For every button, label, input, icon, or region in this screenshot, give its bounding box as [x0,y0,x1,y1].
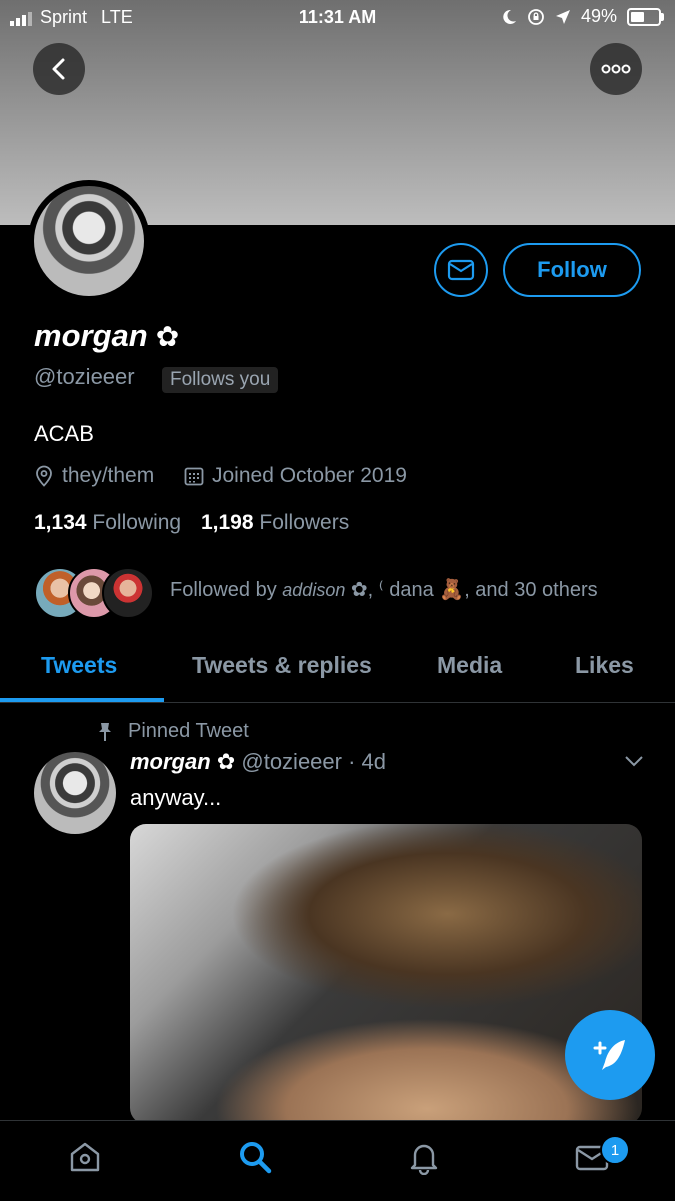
feather-plus-icon [593,1040,625,1070]
following-link[interactable]: 1,134 Following [34,511,181,534]
follow-button[interactable]: Follow [503,243,641,297]
battery-icon [627,7,664,26]
followers-label: Followers [259,511,350,534]
avatar-image [34,186,144,296]
tweet-author-emoji: ✿ [216,749,236,774]
location-arrow-icon [555,9,570,24]
tweet-author-avatar[interactable] [34,752,116,834]
tab-tweets-replies[interactable]: Tweets & replies [192,652,372,679]
bell-icon [410,1144,438,1175]
message-button[interactable] [434,243,488,297]
name-flower-emoji: ✿ [155,320,180,352]
tweet-media-image[interactable] [130,824,642,1124]
search-icon [240,1142,272,1174]
compose-tweet-button[interactable] [565,1010,655,1100]
following-count: 1,134 [34,511,87,534]
followed-by-name: addison [282,580,346,600]
moon-icon [503,9,516,24]
more-dots-icon [601,64,631,74]
location-text: they/them [62,464,155,487]
tweet-handle-time: @tozieeer · 4d [241,749,386,774]
follows-you-badge: Follows you [162,367,279,393]
profile-name: morgan ✿ [34,318,179,354]
profile-handle: @tozieeer [34,364,135,389]
follower-avatar-3[interactable] [102,567,154,619]
follow-counts: 1,134 Following 1,198 Followers [34,511,349,535]
tab-media[interactable]: Media [437,652,502,679]
home-icon [70,1142,100,1172]
status-bar: Sprint LTE 11:31 AM 49% [0,0,675,36]
followed-by-text[interactable]: Followed by addison ✿, ⁽ dana 🧸, and 30 … [170,577,598,602]
profile-joined: Joined October 2019 [184,464,407,488]
more-options-button[interactable] [590,43,642,95]
tweet-author-name[interactable]: morgan [130,749,211,774]
bottom-nav [0,1120,675,1201]
joined-text: Joined October 2019 [212,464,407,487]
nav-notifications[interactable] [404,1137,444,1177]
tweet-text: anyway... [130,785,222,810]
location-pin-icon [36,465,52,487]
back-button[interactable] [33,43,85,95]
envelope-icon [447,259,475,281]
profile-bio: ACAB [34,421,94,446]
profile-avatar[interactable] [28,180,150,302]
tab-likes[interactable]: Likes [575,652,634,679]
followers-link[interactable]: 1,198 Followers [201,511,349,534]
followed-by-prefix: Followed by [170,579,277,601]
pinned-text: Pinned Tweet [128,720,249,742]
chevron-left-icon [52,58,65,80]
followed-by-rest: ✿, ⁽ dana 🧸, and 30 others [350,579,598,601]
following-label: Following [92,511,182,534]
tab-tweets[interactable]: Tweets [41,652,117,679]
pinned-label: Pinned Tweet [96,720,249,743]
tweet-header: morgan ✿ @tozieeer · 4d [130,749,386,775]
calendar-icon [184,467,204,486]
followers-count: 1,198 [200,511,254,534]
profile-location: they/them [34,464,154,488]
messages-badge: 1 [600,1135,630,1165]
battery-percent: 49% [580,6,617,26]
pin-icon [99,722,111,741]
display-name: morgan [34,318,148,353]
profile-tabs: Tweets Tweets & replies Media Likes [0,634,675,703]
active-tab-indicator [0,698,164,702]
rotation-lock-icon [528,8,544,25]
nav-home[interactable] [65,1137,105,1177]
chevron-down-icon[interactable] [624,754,644,768]
battery-fill [631,11,644,22]
nav-search[interactable] [235,1137,275,1177]
